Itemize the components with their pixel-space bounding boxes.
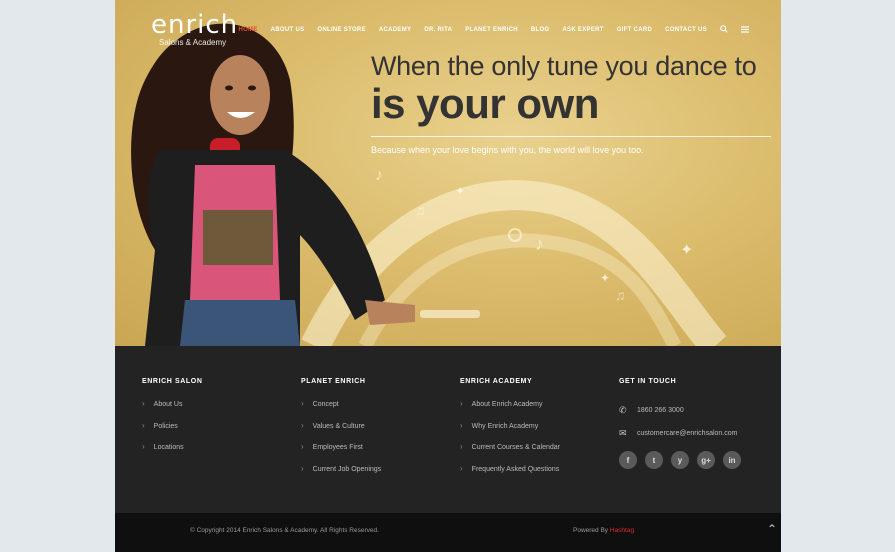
main-nav: HOME ABOUT US ONLINE STORE ACADEMY DR. R…: [238, 25, 749, 35]
footer-link[interactable]: › Current Courses & Calendar: [460, 442, 560, 464]
nav-about-us[interactable]: ABOUT US: [271, 27, 305, 33]
copyright-text: © Copyright 2014 Enrich Salons & Academy…: [190, 527, 379, 534]
chevron-right-icon: ›: [142, 420, 145, 430]
nav-academy[interactable]: ACADEMY: [379, 27, 411, 33]
google-plus-icon[interactable]: g+: [697, 451, 715, 469]
footer-col-get-in-touch: GET IN TOUCH ✆ 1860 266 3000 ✉ customerc…: [619, 378, 741, 469]
chevron-right-icon: ›: [301, 442, 304, 451]
email-address[interactable]: customercare@enrichsalon.com: [637, 430, 737, 437]
footer-col-title: PLANET ENRICH: [301, 378, 366, 385]
nav-ask-expert[interactable]: ASK EXPERT: [562, 27, 603, 33]
powered-by: Powered By Hashtag: [573, 527, 634, 534]
hero-headline: When the only tune you dance to is your …: [371, 50, 773, 155]
footer-link[interactable]: › Frequently Asked Questions: [460, 464, 560, 486]
footer-link[interactable]: › About Us: [142, 399, 202, 421]
chevron-right-icon: ›: [460, 463, 463, 473]
chevron-right-icon: ›: [460, 420, 463, 430]
menu-icon[interactable]: [741, 25, 749, 35]
phone-number[interactable]: 1860 266 3000: [637, 407, 684, 414]
headline-line1: When the only tune you dance to: [371, 51, 757, 81]
contact-email: ✉ customercare@enrichsalon.com: [619, 422, 741, 445]
footer-link[interactable]: › Concept: [301, 399, 381, 421]
footer-link[interactable]: › Locations: [142, 442, 202, 464]
nav-planet-enrich[interactable]: PLANET ENRICH: [465, 27, 518, 33]
chevron-right-icon: ›: [142, 399, 145, 408]
linkedin-icon[interactable]: in: [723, 451, 741, 469]
footer-link[interactable]: › Why Enrich Academy: [460, 421, 560, 443]
svg-text:♪: ♪: [535, 234, 544, 254]
chevron-right-icon: ›: [301, 399, 304, 408]
footer-link[interactable]: › Employees First: [301, 442, 381, 464]
footer-col-enrich-salon: ENRICH SALON › About Us › Policies › Locati…: [142, 378, 202, 464]
chevron-right-icon: ›: [301, 463, 304, 473]
bottom-bar: © Copyright 2014 Enrich Salons & Academy…: [115, 513, 781, 552]
site-footer: ENRICH SALON › About Us › Policies › Locati…: [115, 346, 781, 513]
footer-col-title: ENRICH SALON: [142, 378, 203, 385]
hero-banner: ♪ ♫ ♪ ♫ ✦ ✦ ✦ enrich Salons & Academy HO…: [115, 0, 781, 346]
logo-tagline: Salons & Academy: [159, 38, 227, 47]
footer-col-title: GET IN TOUCH: [619, 378, 677, 385]
twitter-icon[interactable]: t: [645, 451, 663, 469]
svg-text:♫: ♫: [615, 287, 626, 303]
chevron-right-icon: ›: [460, 399, 463, 408]
footer-link[interactable]: › Policies: [142, 421, 202, 443]
chevron-right-icon: ›: [142, 442, 145, 451]
svg-text:♫: ♫: [415, 202, 426, 218]
youtube-icon[interactable]: y: [671, 451, 689, 469]
svg-text:✦: ✦: [680, 242, 693, 259]
nav-gift-card[interactable]: GIFT CARD: [617, 27, 652, 33]
facebook-icon[interactable]: f: [619, 451, 637, 469]
search-icon[interactable]: [720, 25, 728, 35]
chevron-right-icon: ›: [301, 420, 304, 430]
phone-icon: ✆: [619, 405, 627, 415]
powered-by-brand[interactable]: Hashtag: [610, 527, 634, 534]
mail-icon: ✉: [619, 428, 627, 438]
logo-name: enrich: [151, 10, 239, 40]
contact-phone: ✆ 1860 266 3000: [619, 399, 741, 422]
website-frame: ♪ ♫ ♪ ♫ ✦ ✦ ✦ enrich Salons & Academy HO…: [115, 0, 781, 552]
enrich-logo[interactable]: enrich Salons & Academy: [151, 12, 238, 47]
social-links: f t y g+ in: [619, 451, 741, 469]
hero-tagline: Because when your love begins with you, …: [371, 145, 644, 155]
headline-divider: [371, 136, 771, 137]
footer-link[interactable]: › Values & Culture: [301, 421, 381, 443]
footer-link[interactable]: › About Enrich Academy: [460, 399, 560, 421]
chevron-up-icon[interactable]: ⌃: [767, 522, 777, 536]
model-photo: [131, 23, 415, 346]
footer-link[interactable]: › Current Job Openings: [301, 464, 381, 486]
powered-by-label: Powered By: [573, 527, 609, 534]
footer-col-title: ENRICH ACADEMY: [460, 378, 533, 385]
svg-text:✦: ✦: [600, 271, 610, 285]
nav-dr-rita[interactable]: DR. RITA: [424, 27, 452, 33]
footer-col-planet-enrich: PLANET ENRICH › Concept › Values & Culture…: [301, 378, 381, 485]
nav-contact-us[interactable]: CONTACT US: [665, 27, 707, 33]
svg-text:✦: ✦: [455, 184, 465, 198]
chevron-right-icon: ›: [460, 442, 463, 451]
footer-col-enrich-academy: ENRICH ACADEMY › About Enrich Academy › Wh…: [460, 378, 560, 485]
nav-home[interactable]: HOME: [238, 27, 257, 33]
headline-line2: is your own: [371, 80, 599, 127]
nav-online-store[interactable]: ONLINE STORE: [317, 27, 366, 33]
nav-blog[interactable]: BLOG: [531, 27, 550, 33]
